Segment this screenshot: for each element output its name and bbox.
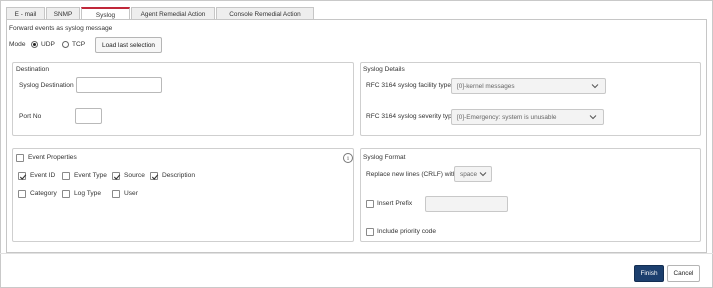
insert-prefix-label: Insert Prefix (377, 200, 413, 207)
facility-type-select[interactable]: [0]-kernel messages (451, 78, 606, 94)
insert-prefix-checkbox[interactable] (366, 200, 374, 208)
event-type-label: Event Type (74, 172, 107, 179)
checkmark-icon (113, 174, 121, 180)
port-no-label: Port No (19, 113, 42, 120)
syslog-details-title: Syslog Details (363, 66, 405, 73)
udp-label: UDP (41, 41, 55, 48)
port-no-input[interactable] (75, 108, 102, 124)
facility-type-label: RFC 3164 syslog facility type (366, 82, 452, 89)
description-checkbox[interactable] (150, 172, 159, 180)
log-type-checkbox[interactable] (62, 190, 70, 198)
syslog-format-title: Syslog Format (363, 154, 406, 161)
chevron-down-icon (589, 115, 597, 120)
source-checkbox[interactable] (112, 172, 121, 180)
category-checkbox[interactable] (18, 190, 26, 198)
user-checkbox[interactable] (112, 190, 120, 198)
event-id-checkbox[interactable] (18, 172, 27, 180)
event-properties-title: Event Properties (28, 154, 77, 161)
syslog-destination-input[interactable] (76, 77, 162, 93)
destination-title: Destination (16, 66, 49, 73)
forward-heading: Forward events as syslog message (9, 25, 113, 32)
severity-type-value: [0]-Emergency: system is unusable (457, 113, 557, 121)
event-id-label: Event ID (30, 172, 56, 179)
info-icon[interactable]: i (343, 153, 353, 163)
cancel-button[interactable]: Cancel (667, 265, 700, 282)
event-properties-checkbox[interactable] (16, 154, 24, 162)
event-type-checkbox[interactable] (62, 172, 70, 180)
syslog-destination-label: Syslog Destination (19, 82, 74, 89)
severity-type-select[interactable]: [0]-Emergency: system is unusable (451, 109, 604, 125)
description-label: Description (162, 172, 195, 179)
severity-type-label: RFC 3164 syslog severity type (366, 113, 456, 120)
source-label: Source (124, 172, 145, 179)
replace-crlf-label: Replace new lines (CRLF) with (366, 171, 457, 178)
insert-prefix-input[interactable] (425, 196, 508, 212)
checkmark-icon (19, 174, 27, 180)
tcp-radio[interactable] (62, 41, 69, 48)
facility-type-value: [0]-kernel messages (457, 82, 515, 90)
udp-radio[interactable] (31, 41, 38, 48)
chevron-down-icon (479, 172, 487, 177)
tcp-label: TCP (72, 41, 86, 48)
destination-box (12, 62, 354, 136)
mode-label: Mode (9, 41, 26, 48)
checkmark-icon (151, 174, 159, 180)
replace-crlf-value: space (460, 170, 478, 178)
footer-divider (0, 253, 713, 254)
user-label: User (124, 190, 138, 197)
include-priority-checkbox[interactable] (366, 228, 374, 236)
replace-crlf-select[interactable]: space (454, 166, 492, 182)
category-label: Category (30, 190, 57, 197)
chevron-down-icon (591, 84, 599, 89)
log-type-label: Log Type (74, 190, 102, 197)
include-priority-label: Include priority code (377, 228, 437, 235)
finish-button[interactable]: Finish (634, 265, 664, 282)
load-last-selection-button[interactable]: Load last selection (95, 37, 162, 53)
